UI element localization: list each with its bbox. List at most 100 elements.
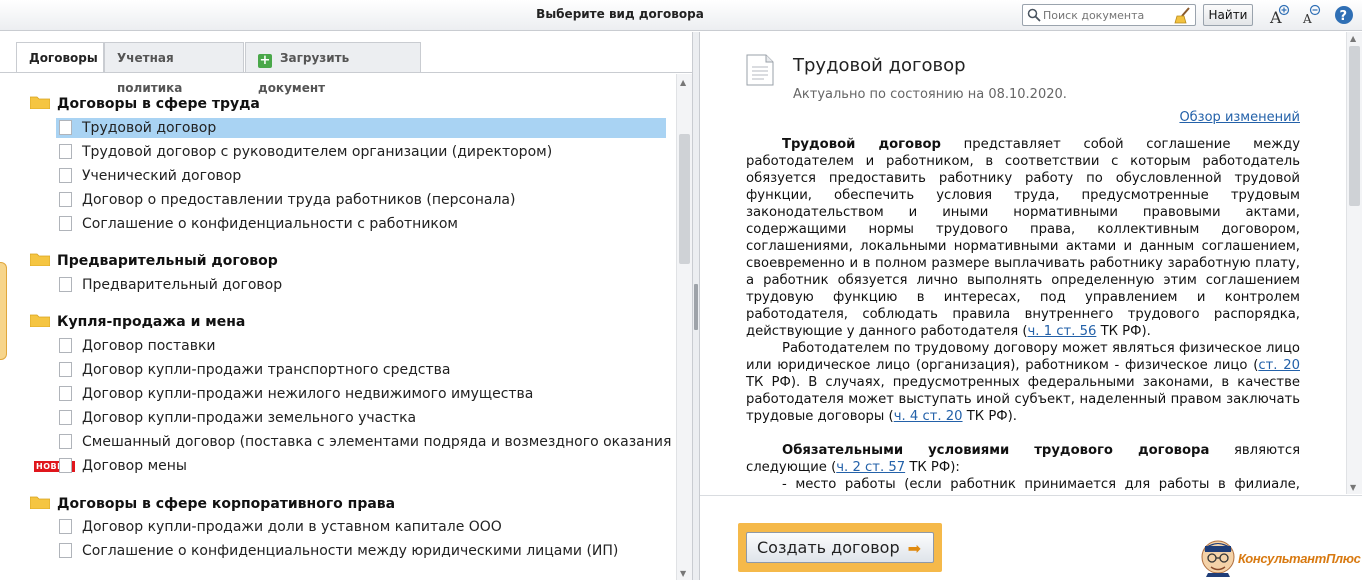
tab-contracts[interactable]: Договоры	[16, 42, 104, 73]
tree-group-corporate[interactable]: Договоры в сфере корпоративного права	[30, 494, 395, 514]
tree-item[interactable]: Ученический договор	[56, 166, 666, 186]
paragraph-text: ТК РФ).	[1096, 324, 1151, 339]
document-icon	[59, 434, 72, 449]
paragraph-text: Работодателем по трудовому договору може…	[746, 341, 1300, 373]
group-label: Предварительный договор	[57, 253, 278, 269]
document-icon	[59, 120, 72, 135]
item-label: Соглашение о конфиденциальности с работн…	[82, 216, 458, 232]
scroll-up-icon[interactable]: ▲	[1350, 34, 1356, 43]
scroll-up-icon[interactable]: ▲	[680, 78, 686, 87]
find-button[interactable]: Найти	[1203, 4, 1253, 26]
tree-item[interactable]: Договор о предоставлении труда работнико…	[56, 190, 666, 210]
tree-scrollbar[interactable]: ▲ ▼	[676, 74, 692, 580]
svg-text:?: ?	[1340, 9, 1348, 24]
law-reference-link[interactable]: ч. 2 ст. 57	[836, 460, 905, 475]
search-box[interactable]	[1022, 4, 1196, 26]
logo-text: КонсультантПлюс	[1238, 551, 1361, 566]
law-reference-link[interactable]: ст. 20	[1258, 358, 1300, 373]
document-icon	[59, 543, 72, 558]
document-title: Трудовой договор	[793, 55, 966, 76]
scroll-thumb[interactable]	[679, 134, 690, 264]
law-reference-link[interactable]: ч. 4 ст. 20	[894, 409, 963, 424]
document-icon	[746, 54, 774, 86]
item-label: Договор о предоставлении труда работнико…	[82, 192, 516, 208]
tree-item[interactable]: Соглашение о конфиденциальности с работн…	[56, 214, 666, 234]
document-date: Актуально по состоянию на 08.10.2020.	[793, 87, 1067, 102]
button-label: Создать договор	[757, 538, 900, 557]
group-label: Купля-продажа и мена	[57, 314, 246, 330]
document-icon	[59, 144, 72, 159]
contracts-panel: Договоры Учетная политика + Загрузить док…	[0, 32, 692, 580]
tree-item[interactable]: Договор поставки	[56, 336, 666, 356]
group-label: Договоры в сфере корпоративного права	[57, 496, 396, 512]
plus-icon: +	[258, 53, 272, 68]
item-label: Смешанный договор (поставка с элементами…	[82, 434, 676, 450]
tab-divider	[0, 72, 692, 73]
contract-tree: Договоры в сфере труда Трудовой договор …	[0, 74, 676, 580]
tree-item[interactable]: Трудовой договор с руководителем организ…	[56, 142, 666, 162]
document-area: Трудовой договор Актуально по состоянию …	[700, 32, 1346, 494]
title-bar: Выберите вид договора Найти A A ?	[0, 0, 1362, 31]
clear-search-icon[interactable]	[1174, 7, 1192, 24]
item-label: Договор купли-продажи транспортного сред…	[82, 362, 451, 378]
scroll-down-icon[interactable]: ▼	[1350, 483, 1356, 492]
tree-item[interactable]: Договор купли-продажи земельного участка	[56, 408, 666, 428]
tree-item[interactable]: Договор купли-продажи нежилого недвижимо…	[56, 384, 666, 404]
tree-item[interactable]: НОВЫЙ Договор мены	[34, 456, 666, 476]
folder-icon	[30, 496, 50, 509]
help-icon[interactable]: ?	[1333, 4, 1355, 26]
tree-item[interactable]: Соглашение о конфиденциальности между юр…	[56, 541, 666, 561]
item-label: Договор поставки	[82, 338, 216, 354]
tab-accounting-policy[interactable]: Учетная политика	[104, 42, 244, 95]
paragraph-text: ТК РФ). В случаях, предусмотренных федер…	[746, 375, 1300, 424]
document-icon	[59, 338, 72, 353]
item-label: Ученический договор	[82, 168, 242, 184]
document-preview-panel: Трудовой договор Актуально по состоянию …	[700, 32, 1362, 580]
document-icon	[59, 519, 72, 534]
svg-text:A: A	[1302, 12, 1312, 26]
tab-upload-document[interactable]: + Загрузить документ	[245, 42, 421, 95]
paragraph-text: представляет собой соглашение между рабо…	[746, 137, 1301, 339]
tree-item[interactable]: Смешанный договор (поставка с элементами…	[56, 432, 676, 452]
document-icon	[59, 216, 72, 231]
paragraph: Работодателем по трудовому договору може…	[746, 340, 1300, 425]
document-icon	[59, 410, 72, 425]
folder-icon	[30, 314, 50, 327]
document-icon	[59, 168, 72, 183]
term-bold: Обязательными условиями трудового догово…	[782, 443, 1210, 458]
tree-item[interactable]: Договор купли-продажи доли в уставном ка…	[56, 517, 666, 537]
item-label: Договор купли-продажи доли в уставном ка…	[82, 519, 502, 535]
document-icon	[59, 386, 72, 401]
splitter-grip[interactable]	[694, 284, 698, 330]
create-contract-button[interactable]: Создать договор ➡	[746, 532, 934, 563]
item-label: Трудовой договор с руководителем организ…	[82, 144, 553, 160]
document-icon	[59, 458, 72, 473]
tree-group-sale-exchange[interactable]: Купля-продажа и мена	[30, 312, 245, 332]
side-panel-handle[interactable]	[0, 262, 7, 360]
document-scrollbar[interactable]: ▲ ▼	[1346, 32, 1362, 494]
item-label: Трудовой договор	[82, 120, 217, 136]
term-bold: Трудовой договор	[782, 137, 941, 152]
tree-item[interactable]: Трудовой договор	[56, 118, 666, 138]
tab-bar: Договоры Учетная политика + Загрузить док…	[16, 42, 692, 95]
font-increase-icon[interactable]: A	[1268, 4, 1290, 26]
scroll-down-icon[interactable]: ▼	[680, 569, 686, 578]
folder-icon	[30, 96, 50, 109]
search-input[interactable]	[1043, 7, 1173, 23]
changes-overview-link[interactable]: Обзор изменений	[1179, 110, 1300, 125]
tree-group-labor[interactable]: Договоры в сфере труда	[30, 94, 260, 114]
tree-item[interactable]: Предварительный договор	[56, 275, 666, 295]
divider	[700, 495, 1362, 496]
item-label: Договор купли-продажи нежилого недвижимо…	[82, 386, 534, 402]
scroll-thumb[interactable]	[1349, 46, 1360, 206]
tree-item[interactable]: Договор купли-продажи транспортного сред…	[56, 360, 666, 380]
font-decrease-icon[interactable]: A	[1299, 4, 1321, 26]
law-reference-link[interactable]: ч. 1 ст. 56	[1028, 324, 1097, 339]
folder-icon	[30, 253, 50, 266]
tree-group-preliminary[interactable]: Предварительный договор	[30, 251, 278, 271]
paragraph-text: - место работы (если работник принимаетс…	[782, 477, 1300, 492]
search-icon	[1027, 8, 1041, 22]
panel-splitter[interactable]	[692, 32, 700, 580]
consultantplus-logo: КонсультантПлюс	[1200, 537, 1361, 579]
document-icon	[59, 192, 72, 207]
